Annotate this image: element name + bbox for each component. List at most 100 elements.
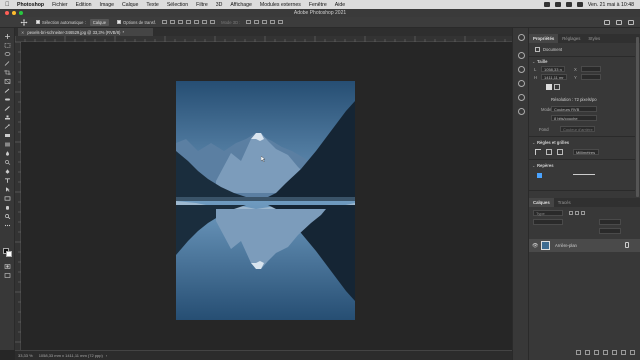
quick-mask-icon[interactable] — [4, 264, 11, 269]
bit-depth-select[interactable]: 8 bits/couche — [551, 115, 597, 121]
apple-icon[interactable]:  — [5, 2, 11, 8]
history-panel-icon[interactable] — [518, 34, 525, 41]
brush-tool-icon[interactable] — [4, 106, 11, 111]
guide-style-select[interactable] — [573, 174, 595, 178]
slide-3d-icon[interactable] — [270, 20, 276, 24]
search-icon[interactable] — [604, 19, 610, 25]
menubar-datetime[interactable]: Ven. 21 mai à 10:48 — [588, 2, 634, 8]
menu-help[interactable]: Aide — [335, 2, 345, 8]
roll-3d-icon[interactable] — [254, 20, 260, 24]
scale-3d-icon[interactable] — [278, 20, 284, 24]
menu-filter[interactable]: Filtre — [196, 2, 208, 8]
section-chevron-icon[interactable]: ⌄ — [532, 59, 536, 64]
tab-layers[interactable]: Calques — [529, 198, 554, 207]
wifi-icon[interactable] — [554, 2, 561, 7]
layer-name[interactable]: Arrière-plan — [555, 243, 577, 248]
guide-color-swatch[interactable] — [537, 173, 542, 178]
layer-row[interactable]: 👁 Arrière-plan — [529, 239, 640, 252]
search-icon[interactable] — [565, 2, 572, 7]
lock-icon[interactable] — [625, 242, 629, 248]
clone-stamp-tool-icon[interactable] — [4, 115, 11, 120]
zoom-window-icon[interactable] — [19, 11, 23, 15]
fill-field[interactable] — [599, 228, 621, 234]
y-field[interactable] — [581, 74, 601, 80]
layer-filter-field[interactable]: Type — [533, 210, 563, 216]
portrait-orientation-icon[interactable] — [546, 84, 552, 90]
orbit-3d-icon[interactable] — [246, 20, 252, 24]
battery-icon[interactable] — [543, 2, 550, 7]
frame-tool-icon[interactable] — [4, 79, 11, 84]
gradient-tool-icon[interactable] — [4, 142, 11, 147]
path-selection-tool-icon[interactable] — [4, 187, 11, 192]
guides-section-title[interactable]: Repères — [537, 163, 554, 168]
width-field[interactable]: 1058,33 n — [541, 66, 565, 72]
auto-select-dropdown[interactable]: Calque — [89, 18, 110, 26]
pen-tool-icon[interactable] — [4, 169, 11, 174]
menu-file[interactable]: Fichier — [52, 2, 68, 8]
section-chevron-icon[interactable]: ⌄ — [532, 140, 536, 145]
filter-adjustment-icon[interactable] — [575, 211, 579, 215]
opacity-field[interactable] — [599, 219, 621, 225]
filter-type-icon[interactable] — [581, 211, 585, 215]
eyedropper-tool-icon[interactable] — [4, 88, 11, 93]
quick-select-tool-icon[interactable] — [4, 61, 11, 66]
new-layer-icon[interactable] — [621, 350, 626, 355]
zoom-level[interactable]: 33,33 % — [18, 353, 33, 358]
height-field[interactable]: 1411,11 mr — [541, 74, 567, 80]
panel-scrollbar[interactable] — [636, 37, 639, 197]
section-chevron-icon[interactable]: ⌄ — [532, 163, 536, 168]
new-group-icon[interactable] — [612, 350, 617, 355]
more-tools-icon[interactable] — [4, 223, 11, 228]
close-tab-icon[interactable]: ✕ — [21, 30, 24, 35]
color-mode-select[interactable]: Couleurs RVB — [551, 106, 597, 112]
adjustments-panel-icon[interactable] — [518, 66, 525, 73]
link-layers-icon[interactable] — [576, 350, 581, 355]
status-expand-icon[interactable]: › — [106, 353, 107, 358]
menu-3d[interactable]: 3D — [216, 2, 223, 8]
rectangle-tool-icon[interactable] — [4, 196, 11, 201]
canvas-section-title[interactable]: Taille — [537, 59, 547, 64]
x-field[interactable] — [581, 66, 601, 72]
menu-edit[interactable]: Edition — [76, 2, 92, 8]
align-right-icon[interactable] — [178, 20, 184, 24]
menu-select[interactable]: Sélection — [167, 2, 188, 8]
character-panel-icon[interactable] — [518, 108, 525, 115]
add-mask-icon[interactable] — [594, 350, 599, 355]
menu-layer[interactable]: Calque — [122, 2, 138, 8]
marquee-tool-icon[interactable] — [4, 43, 11, 48]
dodge-tool-icon[interactable] — [4, 160, 11, 165]
menu-window[interactable]: Fenêtre — [309, 2, 327, 8]
align-top-icon[interactable] — [186, 20, 192, 24]
type-tool-icon[interactable] — [4, 178, 11, 183]
units-select[interactable]: Millimètres — [573, 149, 599, 155]
crop-tool-icon[interactable] — [4, 70, 11, 75]
document-image[interactable] — [176, 81, 355, 320]
rules-section-title[interactable]: Règles et grilles — [537, 140, 569, 145]
zoom-tool-icon[interactable] — [4, 214, 11, 219]
menu-image[interactable]: Image — [100, 2, 114, 8]
eraser-tool-icon[interactable] — [4, 133, 11, 138]
background-select[interactable]: Couleur d'arrière — [560, 126, 595, 132]
hand-tool-icon[interactable] — [4, 205, 11, 210]
move-tool-icon[interactable] — [4, 34, 11, 39]
new-adjustment-icon[interactable] — [603, 350, 608, 355]
filter-pixel-icon[interactable] — [569, 211, 573, 215]
workspace-icon[interactable] — [616, 19, 622, 25]
tab-properties[interactable]: Propriétés — [529, 34, 559, 43]
transform-controls-checkbox[interactable] — [117, 20, 122, 24]
rulers-toggle-icon[interactable] — [535, 149, 541, 155]
minimize-window-icon[interactable] — [12, 11, 16, 15]
auto-select-checkbox[interactable] — [36, 20, 40, 24]
tab-adjustments[interactable]: Réglages — [558, 34, 584, 43]
menu-plugins[interactable]: Modules externes — [260, 2, 301, 8]
control-center-icon[interactable] — [576, 2, 583, 7]
paragraph-panel-icon[interactable] — [518, 94, 525, 101]
grid-toggle-icon[interactable] — [546, 149, 552, 155]
distribute-icon[interactable] — [210, 20, 216, 24]
menu-type[interactable]: Texte — [146, 2, 158, 8]
layer-style-icon[interactable] — [585, 350, 590, 355]
align-left-icon[interactable] — [162, 20, 168, 24]
healing-brush-tool-icon[interactable] — [4, 97, 11, 102]
tab-styles[interactable]: Styles — [584, 34, 604, 43]
share-icon[interactable] — [628, 19, 634, 25]
